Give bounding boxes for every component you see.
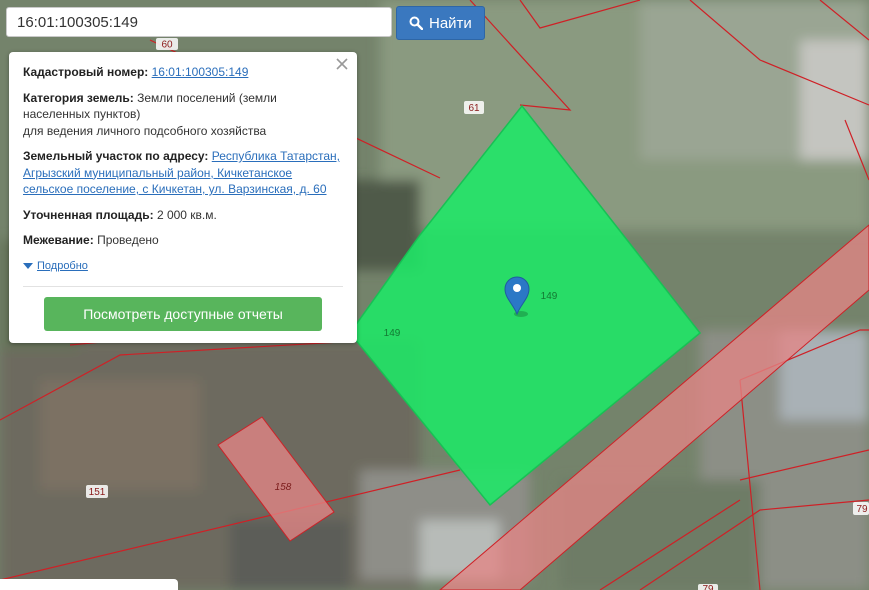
parcel-label-151: 151 [86,485,108,498]
triangle-down-icon [23,262,33,269]
survey-row: Межевание: Проведено [23,232,343,249]
divider [23,286,343,287]
land-category-value-3: для ведения личного подсобного хозяйства [23,123,267,138]
svg-text:79: 79 [702,584,714,590]
svg-text:79: 79 [856,504,868,515]
address-link-1[interactable]: Республика Татарстан, [212,149,340,163]
area-label: Уточненная площадь: [23,207,154,222]
cadastral-number-link[interactable]: 16:01:100305:149 [152,65,249,79]
search-button[interactable]: Найти [396,6,485,40]
parcel-label-149-b: 149 [384,328,401,339]
search-icon [409,16,423,30]
cadastral-number-label: Кадастровый номер: [23,65,149,79]
address-label: Земельный участок по адресу: [23,149,209,163]
view-reports-button[interactable]: Посмотреть доступные отчеты [44,297,322,331]
search-input[interactable] [6,7,392,37]
address-row: Земельный участок по адресу: Республика … [23,148,343,198]
survey-value: Проведено [97,233,159,247]
land-category-label: Категория земель: [23,90,134,105]
parcel-label-149-a: 149 [541,291,558,302]
land-category-row: Категория земель: Земли поселений (земли… [23,90,343,140]
search-bar: Найти [6,6,485,40]
svg-text:60: 60 [161,40,173,51]
parcel-label-158: 158 [275,482,292,493]
svg-text:151: 151 [89,487,106,498]
address-link-3[interactable]: сельское поселение, с Кичкетан, ул. Варз… [23,182,327,196]
parcel-label-61: 61 [464,101,484,114]
bottom-panel-tab[interactable] [0,579,178,590]
search-button-label: Найти [429,14,472,32]
details-link[interactable]: Подробно [37,258,88,275]
parcel-info-popup: Кадастровый номер: 16:01:100305:149 Кате… [9,52,357,343]
details-toggle[interactable]: Подробно [23,258,343,275]
parcel-label-79: 79 [853,502,869,515]
land-category-value-1: Земли поселений (земли [137,90,277,105]
survey-label: Межевание: [23,233,94,247]
area-row: Уточненная площадь: 2 000 кв.м. [23,207,343,224]
area-value: 2 000 кв.м. [156,207,217,222]
address-link-2[interactable]: Агрызский муниципальный район, Кичкетанс… [23,166,292,180]
land-category-value-2: населенных пунктов) [23,107,141,121]
close-icon[interactable] [335,57,349,71]
parcel-label-79-b: 79 [698,584,718,590]
svg-text:61: 61 [468,103,480,114]
cadastral-number-row: Кадастровый номер: 16:01:100305:149 [23,64,343,81]
